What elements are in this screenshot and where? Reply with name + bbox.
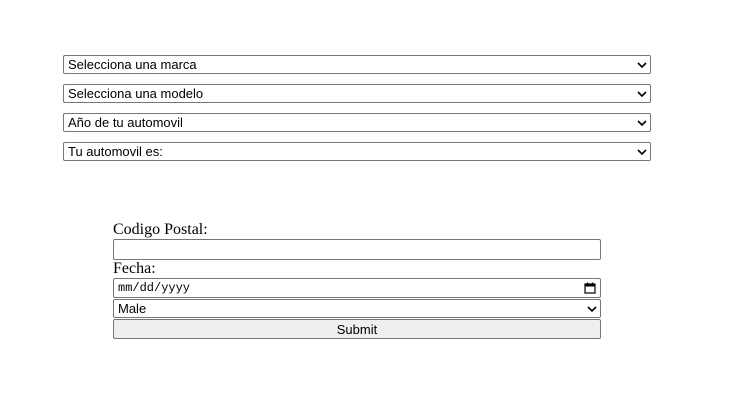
postal-code-input[interactable] (113, 239, 601, 260)
chevron-down-icon (637, 119, 647, 126)
calendar-icon[interactable] (584, 282, 596, 294)
car-select-value: Tu automovil es: (68, 143, 163, 159)
year-select[interactable]: Año de tu automovil (63, 113, 651, 132)
car-select[interactable]: Tu automovil es: (63, 142, 651, 161)
gender-select-value: Male (118, 300, 147, 316)
postal-code-label: Codigo Postal: (113, 221, 208, 238)
date-label: Fecha: (113, 260, 156, 277)
year-select-value: Año de tu automovil (68, 114, 183, 130)
gender-select[interactable]: Male (113, 299, 601, 318)
brand-select[interactable]: Selecciona una marca (63, 55, 651, 74)
date-input[interactable]: mm/dd/yyyy (113, 278, 601, 298)
chevron-down-icon (637, 148, 647, 155)
chevron-down-icon (587, 305, 597, 312)
chevron-down-icon (637, 61, 647, 68)
submit-button[interactable]: Submit (113, 319, 601, 339)
submit-button-label: Submit (336, 321, 378, 337)
brand-select-value: Selecciona una marca (68, 56, 197, 72)
date-placeholder: mm/dd/yyyy (118, 281, 191, 295)
model-select-value: Selecciona una modelo (68, 85, 204, 101)
model-select[interactable]: Selecciona una modelo (63, 84, 651, 103)
chevron-down-icon (637, 90, 647, 97)
